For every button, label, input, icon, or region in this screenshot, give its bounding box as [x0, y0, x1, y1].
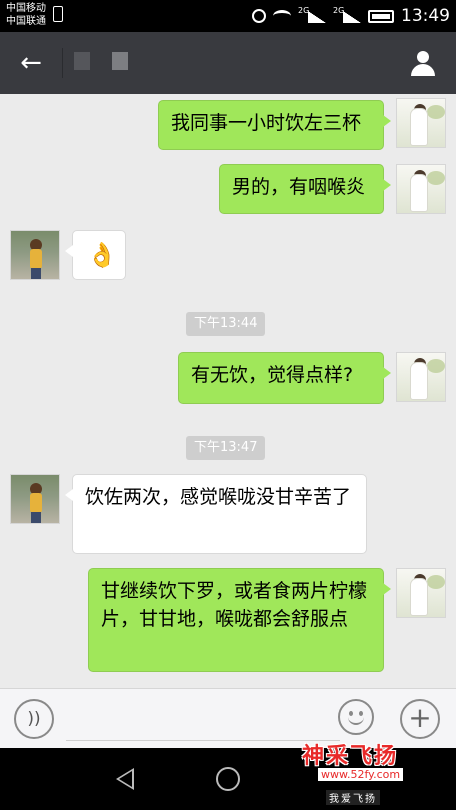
- watermark-url: www.52fy.com: [318, 768, 404, 781]
- message-timestamp: 下午13:44: [186, 312, 266, 336]
- message-timestamp: 下午13:47: [186, 436, 266, 460]
- avatar-self[interactable]: [396, 98, 446, 148]
- avatar-contact[interactable]: [10, 230, 60, 280]
- system-home-icon[interactable]: [216, 767, 240, 791]
- signal-icon-2: 2G: [333, 6, 361, 25]
- chat-area[interactable]: 我同事一小时饮左三杯 男的，有咽喉炎 👌 下午13:44 有无饮，觉得点样? 下…: [0, 94, 456, 688]
- watermark-subtitle: 我爱飞扬: [326, 790, 380, 805]
- message-bubble-incoming[interactable]: 👌: [65, 230, 126, 280]
- avatar-contact[interactable]: [10, 474, 60, 524]
- message-bubble-outgoing[interactable]: 男的，有咽喉炎: [219, 164, 391, 214]
- emoji-icon[interactable]: [338, 699, 374, 735]
- chat-header: ←: [0, 32, 456, 94]
- status-time: 13:49: [401, 6, 450, 26]
- wifi-icon: [273, 10, 291, 22]
- watermark-title: 神采飞扬: [302, 744, 399, 769]
- watermark: 神采飞扬 www.52fy.com 我爱飞扬: [296, 738, 446, 808]
- avatar-self[interactable]: [396, 164, 446, 214]
- carrier-1: 中国移动: [6, 3, 46, 14]
- sim-card-icon: [53, 6, 63, 22]
- avatar-self[interactable]: [396, 352, 446, 402]
- message-bubble-outgoing[interactable]: 甘继续饮下罗，或者食两片柠檬片，甘甘地，喉咙都会舒服点: [88, 568, 391, 672]
- header-divider: [62, 48, 63, 78]
- voice-icon[interactable]: )): [14, 699, 54, 739]
- person-icon[interactable]: [408, 48, 438, 78]
- message-input[interactable]: [66, 698, 340, 741]
- add-attachment-button[interactable]: +: [400, 699, 440, 739]
- back-arrow-icon[interactable]: ←: [16, 48, 46, 78]
- carrier-2: 中国联通: [6, 16, 46, 27]
- ok-hand-icon: 👌: [87, 241, 117, 269]
- status-bar: 中国移动 中国联通 2G 2G 13:49: [0, 0, 456, 32]
- message-bubble-incoming[interactable]: 饮佐两次，感觉喉咙没甘辛苦了: [65, 474, 367, 554]
- chat-title-redacted: [74, 52, 128, 70]
- system-back-icon[interactable]: [114, 768, 134, 790]
- battery-icon: [368, 9, 394, 23]
- signal-icon-1: 2G: [298, 6, 326, 25]
- alarm-icon: [252, 9, 266, 23]
- avatar-self[interactable]: [396, 568, 446, 618]
- message-bubble-outgoing[interactable]: 有无饮，觉得点样?: [178, 352, 391, 404]
- message-bubble-outgoing[interactable]: 我同事一小时饮左三杯: [158, 100, 391, 150]
